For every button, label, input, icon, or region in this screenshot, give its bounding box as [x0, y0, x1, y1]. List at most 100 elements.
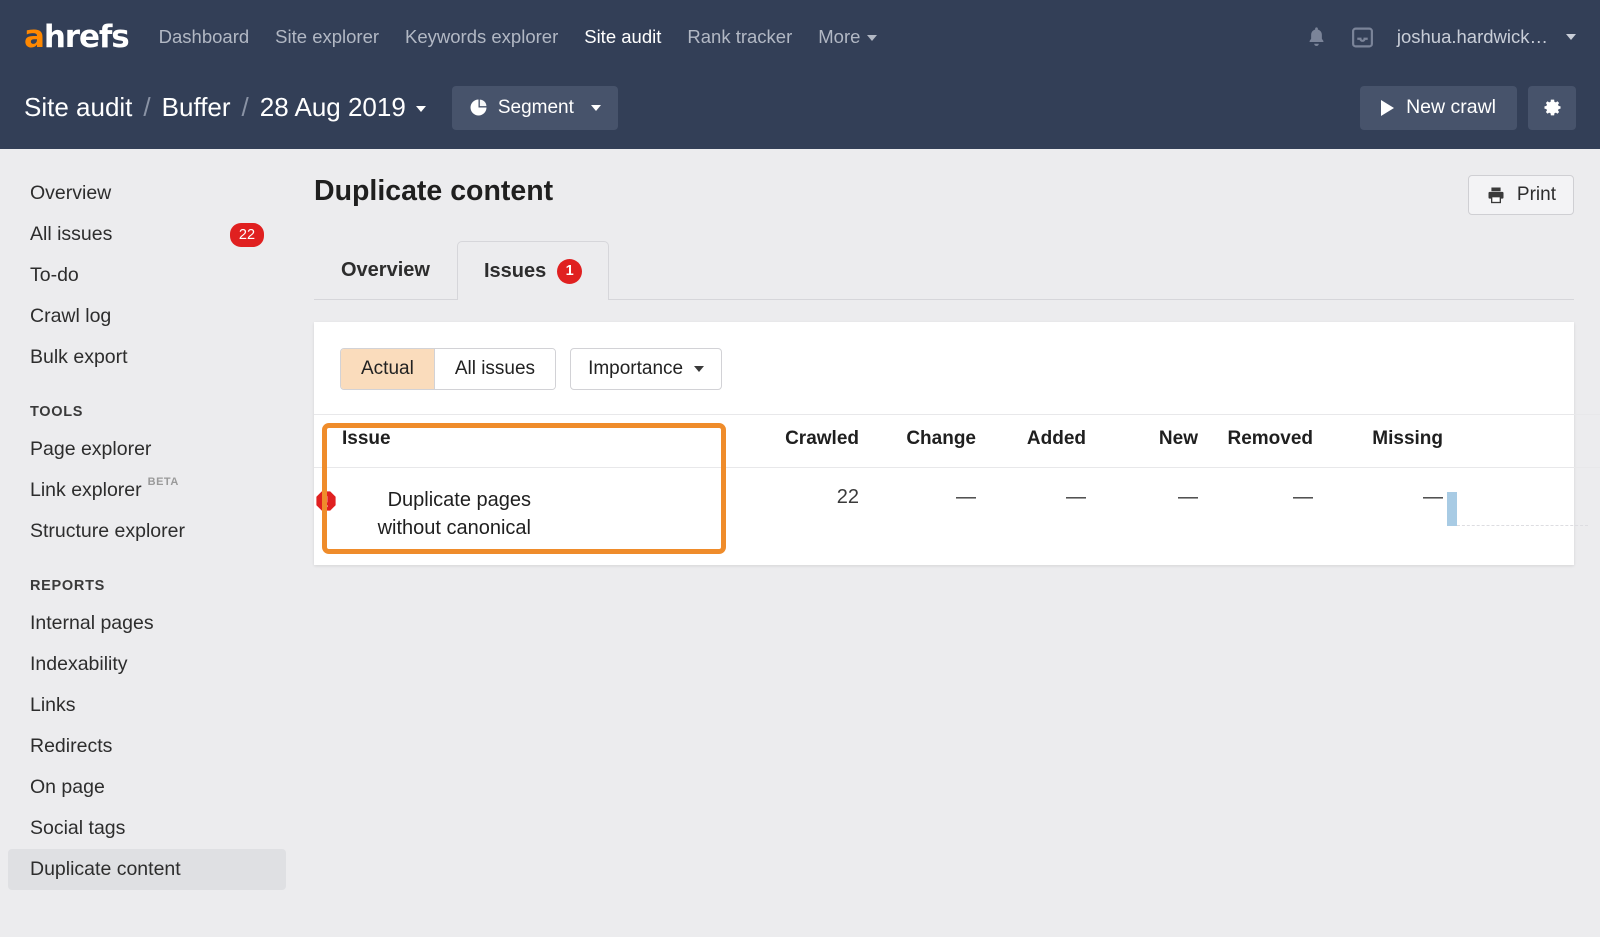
table-row[interactable]: Duplicate pages without canonical 22 — —… — [314, 468, 1600, 565]
sidebar-item-label: Redirects — [30, 735, 112, 758]
nav-link-more[interactable]: More — [818, 26, 877, 48]
new-crawl-label: New crawl — [1406, 96, 1496, 119]
column-header-missing[interactable]: Missing — [1313, 415, 1443, 468]
logo-letter-a: a — [24, 19, 44, 55]
cell-issue: Duplicate pages without canonical — [314, 468, 734, 565]
cell-crawled: 22 — [734, 468, 859, 565]
sidebar-item-label: Crawl log — [30, 305, 111, 328]
nav-link-site-explorer[interactable]: Site explorer — [275, 26, 379, 48]
filter-actual-button[interactable]: Actual — [341, 349, 435, 389]
error-octagon-icon — [314, 489, 338, 513]
breadcrumb-site-audit[interactable]: Site audit — [24, 92, 132, 123]
user-account-menu[interactable]: joshua.hardwick… — [1397, 26, 1576, 48]
crawl-date-label: 28 Aug 2019 — [260, 92, 406, 122]
issues-table: Issue Crawled Change Added New Removed M… — [314, 414, 1600, 565]
tab-badge-issues: 1 — [557, 259, 582, 284]
chevron-down-icon — [416, 106, 426, 112]
chevron-down-icon — [591, 105, 601, 111]
importance-dropdown[interactable]: Importance — [570, 348, 722, 390]
sidebar-item-to-do[interactable]: To-do — [8, 255, 286, 296]
nav-link-site-audit[interactable]: Site audit — [584, 26, 661, 48]
sidebar-item-label: Page explorer — [30, 438, 151, 461]
cell-row-actions — [1588, 468, 1600, 565]
cell-removed: — — [1198, 468, 1313, 565]
sidebar-item-label: Internal pages — [30, 612, 154, 635]
tab-overview[interactable]: Overview — [314, 241, 457, 299]
breadcrumb-crawl-date[interactable]: 28 Aug 2019 — [260, 92, 426, 123]
print-button[interactable]: Print — [1468, 175, 1574, 215]
sidebar-item-label: Structure explorer — [30, 520, 185, 543]
issue-name: Duplicate pages without canonical — [351, 486, 531, 543]
beta-tag: BETA — [148, 476, 179, 488]
column-header-change[interactable]: Change — [859, 415, 976, 468]
sidebar-item-all-issues[interactable]: All issues 22 — [8, 214, 286, 255]
sidebar-item-label: Duplicate content — [30, 858, 181, 881]
page-title: Duplicate content — [314, 175, 553, 208]
sidebar-item-overview[interactable]: Overview — [8, 173, 286, 214]
project-subheader: Site audit / Buffer / 28 Aug 2019 Segmen… — [0, 74, 1600, 149]
sidebar-item-links[interactable]: Links — [8, 685, 286, 726]
nav-more-label: More — [818, 26, 860, 47]
play-icon — [1381, 100, 1394, 116]
sidebar-item-on-page[interactable]: On page — [8, 767, 286, 808]
sidebar-item-bulk-export[interactable]: Bulk export — [8, 337, 286, 378]
sidebar-item-social-tags[interactable]: Social tags — [8, 808, 286, 849]
settings-button[interactable] — [1528, 86, 1576, 130]
column-header-actions — [1588, 415, 1600, 468]
user-account-label: joshua.hardwick… — [1397, 26, 1548, 48]
new-crawl-button[interactable]: New crawl — [1360, 86, 1517, 130]
nav-link-dashboard[interactable]: Dashboard — [159, 26, 250, 48]
sidebar-item-duplicate-content[interactable]: Duplicate content — [8, 849, 286, 890]
cell-sparkline — [1443, 468, 1588, 565]
breadcrumb: Site audit / Buffer / 28 Aug 2019 — [24, 92, 426, 123]
sidebar-heading-tools: TOOLS — [8, 404, 300, 420]
filter-all-issues-button[interactable]: All issues — [435, 349, 555, 389]
tab-issues[interactable]: Issues 1 — [457, 241, 609, 300]
cell-change: — — [859, 468, 976, 565]
issues-card: Actual All issues Importance — [314, 322, 1574, 565]
ahrefs-logo[interactable]: ahrefs — [24, 22, 129, 53]
bell-icon[interactable] — [1305, 25, 1328, 49]
sidebar-item-page-explorer[interactable]: Page explorer — [8, 429, 286, 470]
content-tabs: Overview Issues 1 — [314, 241, 1574, 300]
issue-scope-toggle: Actual All issues — [340, 348, 556, 390]
sparkline-chart — [1443, 486, 1588, 526]
page-body: Overview All issues 22 To-do Crawl log B… — [0, 149, 1600, 937]
column-header-crawled[interactable]: Crawled — [734, 415, 859, 468]
column-header-trend — [1443, 415, 1588, 468]
main-content: Duplicate content Print Overview Issues … — [300, 149, 1600, 937]
breadcrumb-project-buffer[interactable]: Buffer — [162, 92, 231, 123]
top-navigation-bar: ahrefs Dashboard Site explorer Keywords … — [0, 0, 1600, 74]
sidebar-item-structure-explorer[interactable]: Structure explorer — [8, 511, 286, 552]
column-header-new[interactable]: New — [1086, 415, 1198, 468]
sidebar-badge-all-issues: 22 — [230, 223, 264, 247]
segment-label: Segment — [498, 97, 574, 119]
sidebar-item-link-explorer[interactable]: Link explorer BETA — [8, 470, 286, 511]
tab-label: Overview — [341, 259, 430, 282]
sparkline-baseline — [1457, 525, 1588, 526]
main-nav-links: Dashboard Site explorer Keywords explore… — [159, 26, 878, 48]
sidebar-item-internal-pages[interactable]: Internal pages — [8, 603, 286, 644]
sidebar-item-redirects[interactable]: Redirects — [8, 726, 286, 767]
sidebar-item-label: To-do — [30, 264, 79, 287]
printer-icon — [1486, 185, 1506, 205]
logo-text: hrefs — [44, 19, 129, 55]
issues-table-header-row: Issue Crawled Change Added New Removed M… — [314, 415, 1600, 468]
column-header-removed[interactable]: Removed — [1198, 415, 1313, 468]
column-header-issue[interactable]: Issue — [314, 415, 734, 468]
left-sidebar: Overview All issues 22 To-do Crawl log B… — [0, 149, 300, 937]
filter-bar: Actual All issues Importance — [314, 322, 1574, 414]
inbox-icon[interactable] — [1350, 25, 1375, 50]
sidebar-item-label: Indexability — [30, 653, 128, 676]
cell-missing: — — [1313, 468, 1443, 565]
importance-label: Importance — [588, 358, 683, 380]
sidebar-item-label: Bulk export — [30, 346, 128, 369]
chevron-down-icon — [694, 366, 704, 372]
subheader-actions: New crawl — [1360, 86, 1576, 130]
nav-link-rank-tracker[interactable]: Rank tracker — [687, 26, 792, 48]
column-header-added[interactable]: Added — [976, 415, 1086, 468]
sidebar-item-crawl-log[interactable]: Crawl log — [8, 296, 286, 337]
sidebar-item-indexability[interactable]: Indexability — [8, 644, 286, 685]
nav-link-keywords-explorer[interactable]: Keywords explorer — [405, 26, 558, 48]
segment-selector-button[interactable]: Segment — [452, 86, 618, 130]
